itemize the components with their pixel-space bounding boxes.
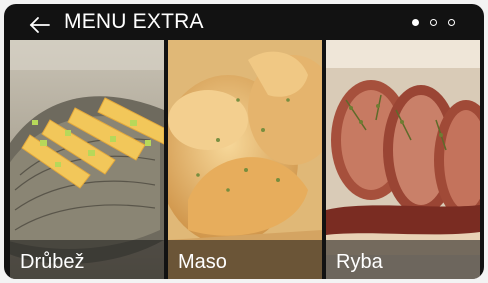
tile-ryba[interactable]: Ryba [326, 40, 480, 279]
back-button[interactable] [28, 13, 52, 35]
menu-tiles: Drůbež Maso Ryba [10, 40, 480, 279]
page-dot [448, 19, 455, 26]
tile-label: Ryba [336, 251, 383, 273]
page-dot [430, 19, 437, 26]
header-bar: MENU EXTRA [4, 4, 484, 42]
tile-maso[interactable]: Maso [168, 40, 322, 279]
arrow-left-icon [29, 17, 50, 33]
screen: MENU EXTRA Drůbež Maso Ryba [4, 4, 484, 279]
page-dot-active [412, 19, 419, 26]
tile-label: Maso [178, 251, 227, 273]
page-title: MENU EXTRA [64, 10, 204, 33]
tile-drubez[interactable]: Drůbež [10, 40, 164, 279]
tile-label: Drůbež [20, 251, 85, 273]
